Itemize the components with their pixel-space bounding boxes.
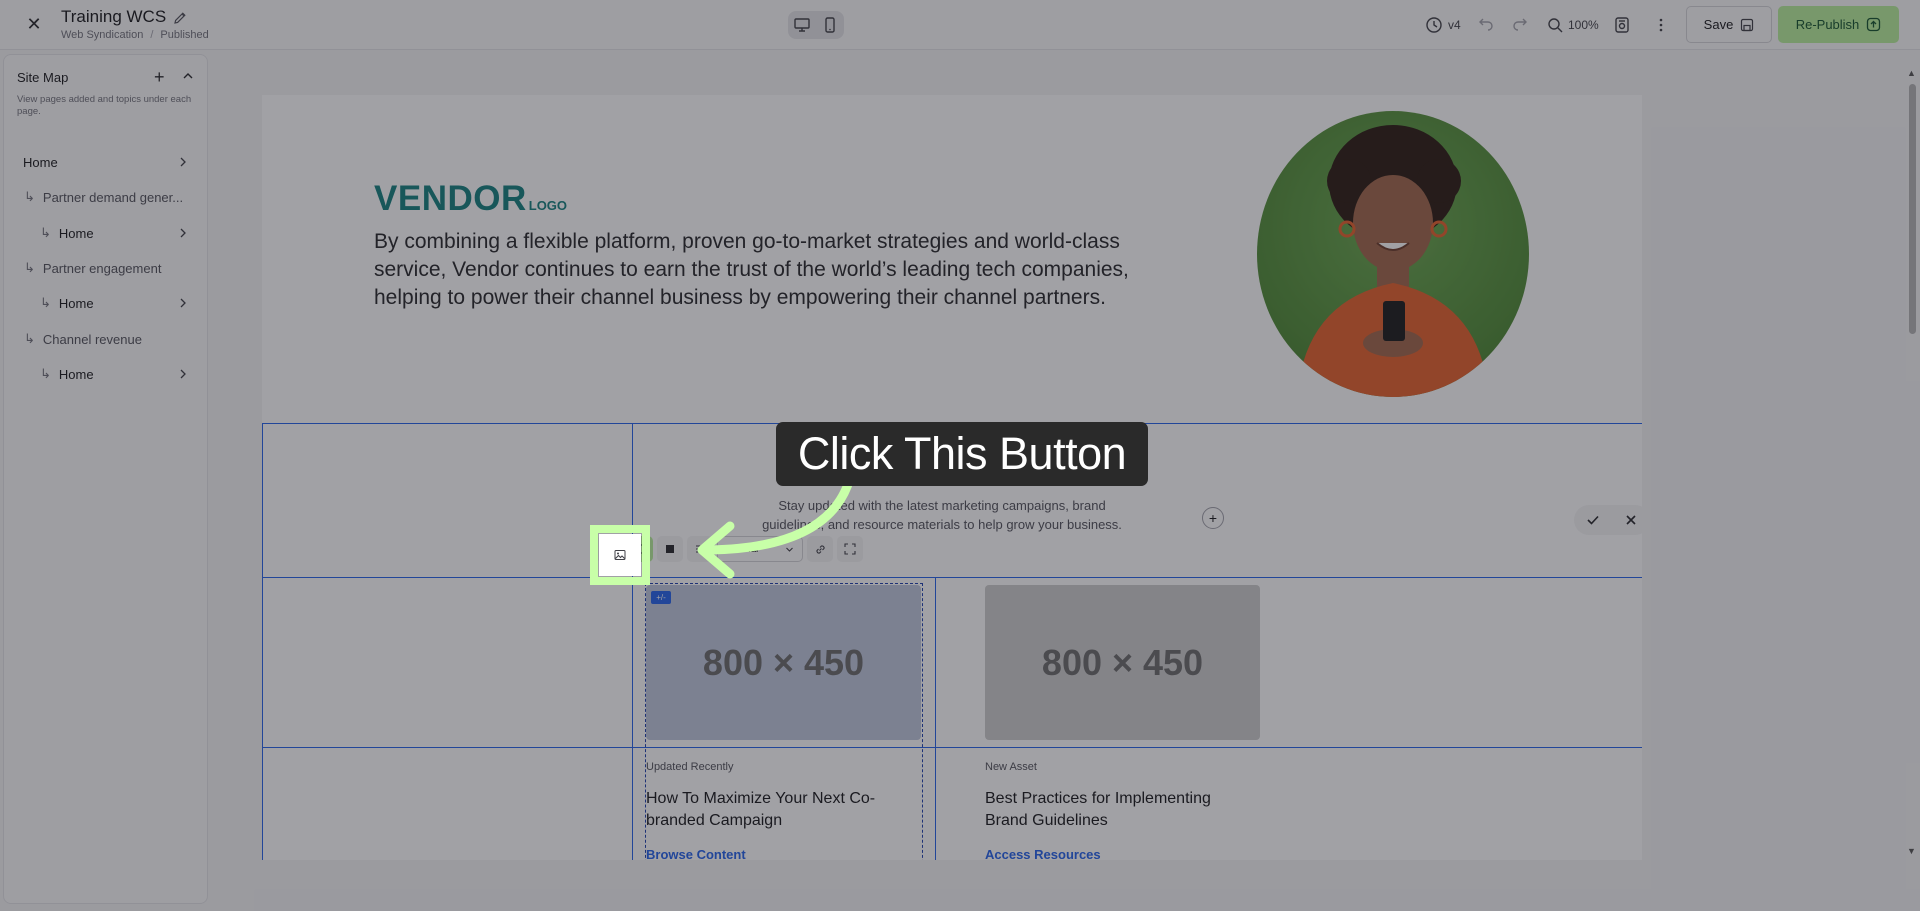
image-icon: [614, 550, 626, 560]
tutorial-callout: Click This Button: [776, 422, 1148, 486]
image-settings-button[interactable]: [599, 534, 641, 576]
curved-arrow-icon: [697, 473, 855, 579]
